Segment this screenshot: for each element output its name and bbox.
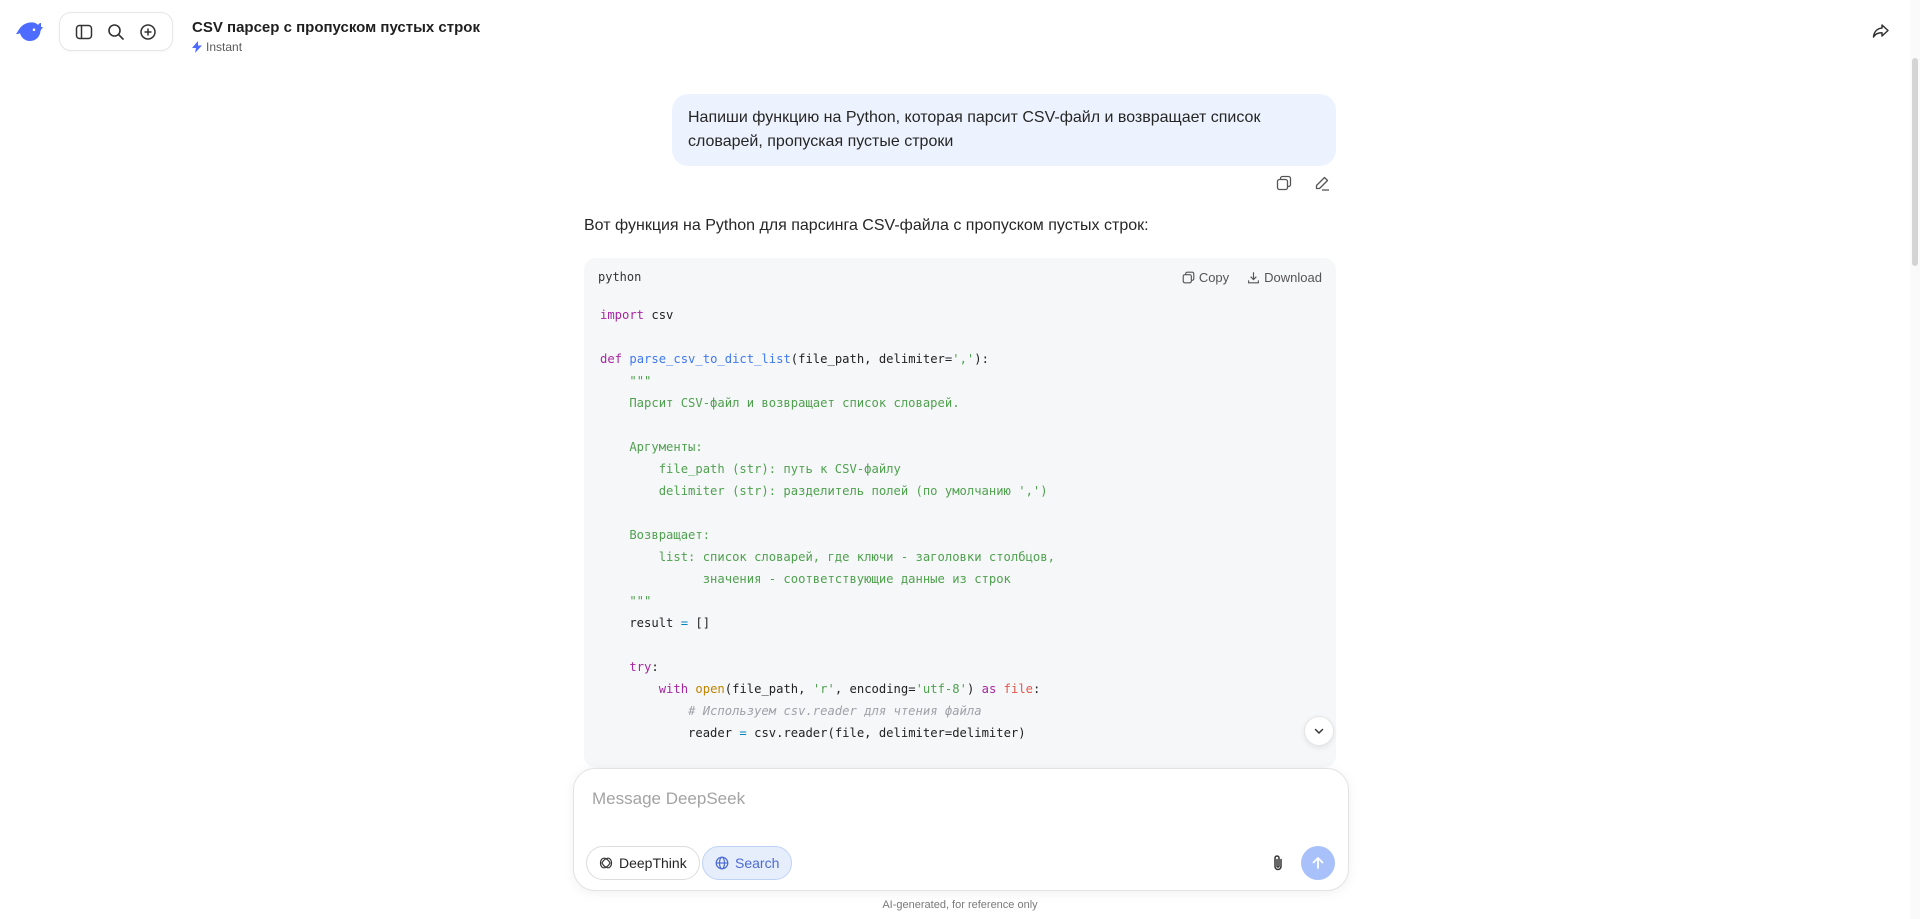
assistant-intro-text: Вот функция на Python для парсинга CSV-ф… xyxy=(584,217,1149,234)
copy-icon xyxy=(1182,271,1195,283)
new-chat-icon xyxy=(140,23,156,40)
download-code-button[interactable]: Download xyxy=(1247,270,1322,285)
arrow-up-icon xyxy=(1312,857,1324,869)
message-input[interactable] xyxy=(590,785,1290,813)
deepthink-toggle[interactable]: DeepThink xyxy=(586,846,700,880)
search-icon xyxy=(108,23,124,40)
mode-label: Instant xyxy=(206,40,243,54)
copy-code-button[interactable]: Copy xyxy=(1182,270,1229,285)
chevron-down-icon xyxy=(1314,728,1324,735)
disclaimer: AI-generated, for reference only xyxy=(882,899,1038,911)
code-content: import csv def parse_csv_to_dict_list(fi… xyxy=(600,308,1055,740)
lightning-icon xyxy=(192,41,202,53)
send-button[interactable] xyxy=(1301,846,1335,880)
share-icon xyxy=(1872,24,1889,38)
share-button[interactable] xyxy=(1868,18,1894,44)
sidebar-toggle-icon xyxy=(75,24,93,39)
edit-message-button[interactable] xyxy=(1310,171,1334,195)
search-toggle[interactable]: Search xyxy=(702,846,793,880)
attach-file-button[interactable] xyxy=(1266,851,1290,875)
chat-title: CSV парсер с пропуском пустых строк xyxy=(192,19,480,36)
scroll-to-bottom-button[interactable] xyxy=(1304,716,1334,746)
code-block: python Copy Download import csv def pars… xyxy=(584,258,1336,768)
code-language-label: python xyxy=(598,270,642,284)
deepseek-logo[interactable] xyxy=(14,19,44,45)
top-toolbar xyxy=(59,12,173,51)
code-block-header: python Copy Download xyxy=(584,258,1336,296)
copy-icon xyxy=(1276,175,1292,191)
chat-header: CSV парсер с пропуском пустых строк Inst… xyxy=(192,19,480,54)
edit-icon xyxy=(1315,176,1329,191)
sidebar-toggle-button[interactable] xyxy=(71,19,97,45)
message-composer: DeepThink Search xyxy=(573,768,1349,891)
mode-indicator: Instant xyxy=(192,40,480,54)
search-chats-button[interactable] xyxy=(103,19,129,45)
paperclip-icon xyxy=(1274,855,1282,871)
globe-icon xyxy=(715,856,729,870)
user-message-actions xyxy=(1272,171,1334,195)
copy-message-button[interactable] xyxy=(1272,171,1296,195)
user-message: Напиши функцию на Python, которая парсит… xyxy=(672,94,1336,166)
deepthink-icon xyxy=(599,857,613,869)
download-icon xyxy=(1248,271,1260,283)
page-scrollbar-thumb[interactable] xyxy=(1912,58,1918,266)
new-chat-button[interactable] xyxy=(135,19,161,45)
